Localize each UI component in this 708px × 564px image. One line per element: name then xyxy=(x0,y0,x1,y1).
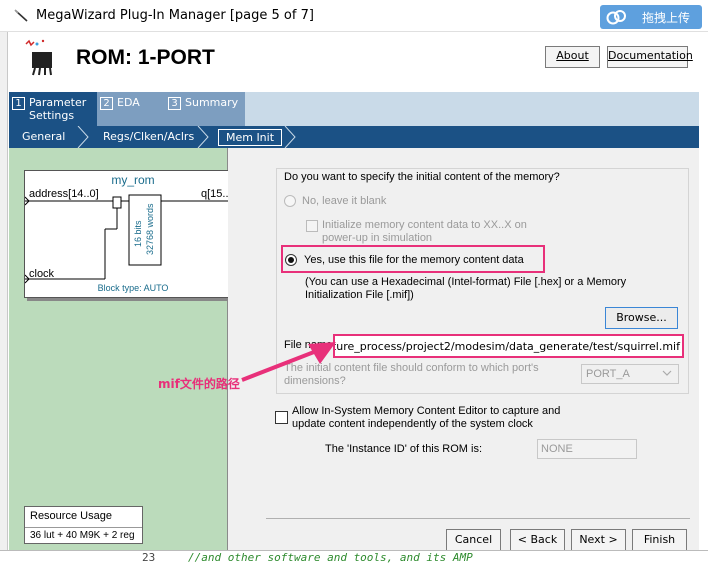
block-type: Block type: AUTO xyxy=(97,283,169,293)
file-name-value: D:/Desktop/picture_process/project2/mode… xyxy=(335,340,680,353)
block-name: my_rom xyxy=(111,173,155,187)
cloud-icon xyxy=(606,10,626,25)
browse-button[interactable]: Browse... xyxy=(605,307,678,329)
annotation-label: mif文件的路径 xyxy=(158,377,240,391)
tab-summary[interactable]: 3 Summary xyxy=(165,92,245,126)
page-title: ROM: 1-PORT xyxy=(76,46,215,69)
chevron-right-icon xyxy=(197,126,209,148)
finish-button[interactable]: Finish xyxy=(632,529,687,551)
wand-icon xyxy=(14,9,28,22)
chip-icon xyxy=(25,39,52,76)
tab-parameter-settings[interactable]: 1 Parameter Settings xyxy=(9,92,97,126)
back-button[interactable]: < Back xyxy=(510,529,565,551)
init-xx-checkbox[interactable] xyxy=(306,220,318,232)
in-system-memory-editor-label: Allow In-System Memory Content Editor to… xyxy=(292,405,561,430)
resource-usage-title: Resource Usage xyxy=(30,510,112,522)
address-port-label: address[14..0] xyxy=(29,188,99,200)
in-system-memory-editor-checkbox[interactable] xyxy=(275,411,288,424)
resource-usage-box: Resource Usage 36 lut + 40 M9K + 2 reg xyxy=(24,506,143,544)
tab-number: 2 xyxy=(100,97,113,110)
footer-separator xyxy=(266,518,690,519)
radio-use-file[interactable] xyxy=(285,254,297,266)
about-button[interactable]: About xyxy=(545,46,600,68)
subtab-mem-init[interactable]: Mem Init xyxy=(218,129,282,146)
port-select-value: PORT_A xyxy=(586,368,630,380)
chevron-right-icon xyxy=(284,126,296,148)
resource-usage-value: 36 lut + 40 M9K + 2 reg xyxy=(30,530,135,541)
code-line-number: 23 xyxy=(142,551,156,564)
subtab-regs-clken-aclrs[interactable]: Regs/Clken/Aclrs xyxy=(103,126,194,148)
cancel-button[interactable]: Cancel xyxy=(446,529,501,551)
documentation-label: Documentation xyxy=(608,49,693,62)
radio-no-blank-label: No, leave it blank xyxy=(302,195,387,207)
tab-number: 3 xyxy=(168,97,181,110)
tab-label: Summary xyxy=(185,96,239,109)
file-format-note: (You can use a Hexadecimal (Intel-format… xyxy=(305,276,627,301)
clock-port-label: clock xyxy=(29,268,55,280)
next-button[interactable]: Next > xyxy=(571,529,626,551)
chevron-down-icon xyxy=(662,370,672,376)
parent-window-edge xyxy=(0,32,8,564)
tab-label: Parameter Settings xyxy=(29,96,87,122)
chevron-right-icon xyxy=(77,126,89,148)
drag-upload-button[interactable]: 拖拽上传 xyxy=(600,5,702,29)
rom-block-symbol: my_rom address[14..0] q[15..0] clock 16 … xyxy=(24,170,241,298)
documentation-button[interactable]: Documentation xyxy=(607,46,693,68)
background-code-editor: 23 //and other software and tools, and i… xyxy=(0,550,708,564)
tab-eda[interactable]: 2 EDA xyxy=(97,92,165,126)
title-bar: MegaWizard Plug-In Manager [page 5 of 7]… xyxy=(0,0,708,32)
drag-upload-label: 拖拽上传 xyxy=(642,11,691,25)
bits-label: 16 bits xyxy=(133,220,143,247)
divider xyxy=(25,527,142,528)
instance-id-value: NONE xyxy=(541,443,573,455)
window-title: MegaWizard Plug-In Manager [page 5 of 7] xyxy=(36,8,314,23)
meminit-question: Do you want to specify the initial conte… xyxy=(284,171,560,183)
tab-label: EDA xyxy=(117,96,140,109)
radio-use-file-label: Yes, use this file for the memory conten… xyxy=(304,254,524,266)
instance-id-input[interactable]: NONE xyxy=(537,439,637,459)
words-label: 32768 words xyxy=(145,203,155,255)
about-label: About xyxy=(556,49,589,62)
file-name-input[interactable]: D:/Desktop/picture_process/project2/mode… xyxy=(333,334,684,358)
tab-number: 1 xyxy=(12,97,25,110)
subtab-general[interactable]: General xyxy=(22,126,65,148)
init-xx-label: Initialize memory content data to XX..X … xyxy=(322,219,527,244)
radio-no-blank[interactable] xyxy=(284,195,296,207)
code-line-text: //and other software and tools, and its … xyxy=(188,551,473,564)
instance-id-label: The 'Instance ID' of this ROM is: xyxy=(325,443,483,455)
annotation-arrow-icon xyxy=(241,342,336,382)
